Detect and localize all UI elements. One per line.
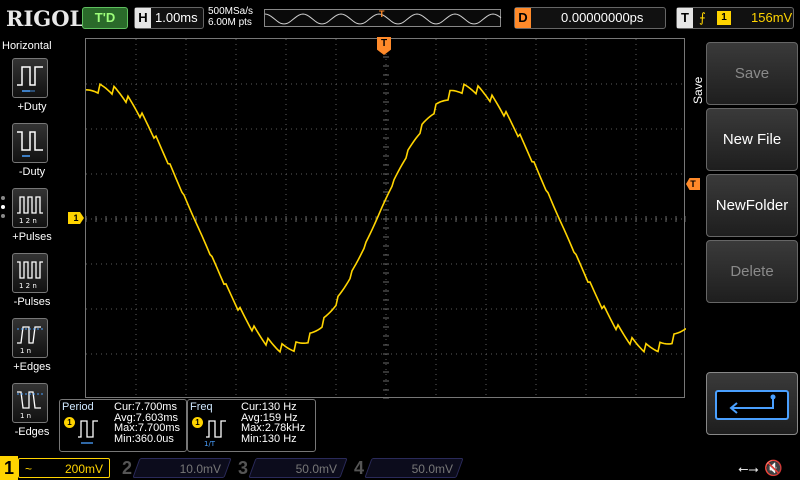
positive-pulses-label: +Pulses xyxy=(12,231,52,243)
svg-text:1 2 n: 1 2 n xyxy=(19,217,37,225)
sample-rate: 500MSa/s xyxy=(208,6,254,17)
falling-edges-icon: 1 n xyxy=(12,383,48,423)
channel1-scale: 200mV xyxy=(64,462,103,476)
negative-duty-label: -Duty xyxy=(18,166,46,178)
channel1-offset-marker[interactable]: 1 xyxy=(68,212,84,224)
positive-pulses-icon: 1 2 n xyxy=(12,188,48,228)
channel4-status[interactable]: 4 50.0mV xyxy=(350,456,464,480)
measure-negative-duty[interactable]: -Duty xyxy=(9,123,53,183)
save-button[interactable]: Save xyxy=(706,42,798,105)
negative-pulses-label: -Pulses xyxy=(13,296,51,308)
left-menu-title: Horizontal xyxy=(2,40,52,52)
channel1-coupling: ~ xyxy=(25,462,33,476)
timebase-value: 1.00ms xyxy=(155,10,198,25)
trigger-label: T xyxy=(677,8,693,28)
period-min: Min:360.0us xyxy=(114,432,174,445)
measure-negative-pulses[interactable]: 1 2 n -Pulses xyxy=(9,253,53,313)
delay-value: 0.00000000ps xyxy=(561,10,644,25)
channel-status-bar: 1 ~ 200mV 2 10.0mV 3 50.0mV 4 50.0mV ⭠⭢ … xyxy=(0,456,800,480)
measurement-source: 1 xyxy=(64,417,75,428)
enter-arrow-icon xyxy=(715,390,789,420)
horizontal-label: H xyxy=(135,8,151,28)
trigger-position-mark: T xyxy=(379,9,385,19)
menu-page-indicator xyxy=(1,196,7,223)
channel1-waveform xyxy=(86,82,686,354)
svg-text:1 n: 1 n xyxy=(20,412,31,420)
channel1-number: 1 xyxy=(0,456,18,480)
frequency-icon: 1/T xyxy=(204,420,226,447)
channel1-status[interactable]: 1 ~ 200mV xyxy=(0,456,112,480)
frequency-max: Max:2.78kHz xyxy=(241,422,306,434)
new-folder-button[interactable]: NewFolder xyxy=(706,174,798,237)
delay-label: D xyxy=(515,8,531,28)
acquisition-info: 500MSa/s 6.00M pts xyxy=(208,6,253,28)
svg-text:1 n: 1 n xyxy=(20,347,31,355)
channel2-status[interactable]: 2 10.0mV xyxy=(118,456,232,480)
svg-text:1 2 n: 1 2 n xyxy=(19,282,37,290)
horizontal-measure-menu: Horizontal +Duty -Duty 1 2 n +Pulses 1 2… xyxy=(0,38,60,458)
run-status-badge[interactable]: T'D xyxy=(82,7,128,29)
period-current: Cur:7.700ms xyxy=(114,401,177,413)
negative-duty-icon xyxy=(12,123,48,163)
positive-duty-icon xyxy=(12,58,48,98)
measure-falling-edges[interactable]: 1 n -Edges xyxy=(9,383,53,443)
rising-edges-icon: 1 n xyxy=(12,318,48,358)
svg-text:1/T: 1/T xyxy=(204,440,216,447)
channel4-scale: 50.0mV xyxy=(411,462,453,476)
trigger-level: 156mV xyxy=(751,10,793,25)
sound-muted-icon[interactable]: 🔇 xyxy=(764,459,783,477)
rising-edges-label: +Edges xyxy=(13,361,51,373)
frequency-min: Min:130 Hz xyxy=(241,432,297,445)
top-status-bar: RIGOL T'D H 1.00ms 500MSa/s 6.00M pts T … xyxy=(0,0,800,38)
positive-duty-label: +Duty xyxy=(17,101,47,113)
measurement-source: 1 xyxy=(192,417,203,428)
period-measurement[interactable]: Period 1 Cur:7.700ms Avg:7.603ms Max:7.7… xyxy=(59,399,187,452)
measurement-name: Freq xyxy=(190,401,213,413)
memory-depth: 6.00M pts xyxy=(208,17,252,28)
frequency-current: Cur:130 Hz xyxy=(241,401,297,413)
period-icon xyxy=(78,420,98,444)
period-max: Max:7.700ms xyxy=(114,422,181,434)
measure-positive-pulses[interactable]: 1 2 n +Pulses xyxy=(9,188,53,248)
negative-pulses-icon: 1 2 n xyxy=(12,253,48,293)
waveform-display[interactable] xyxy=(85,38,686,399)
delay-box[interactable]: D 0.00000000ps xyxy=(514,7,666,29)
usb-icon: ⭠⭢ xyxy=(738,461,759,476)
enter-button[interactable] xyxy=(706,372,798,435)
trigger-source: 1 xyxy=(717,11,731,25)
channel3-status[interactable]: 3 50.0mV xyxy=(234,456,348,480)
channel2-scale: 10.0mV xyxy=(179,462,221,476)
save-softkey-menu: Save Save New File NewFolder Delete xyxy=(686,38,800,458)
falling-edges-label: -Edges xyxy=(14,426,50,438)
rising-edge-icon: ⨍ xyxy=(699,10,706,25)
measure-rising-edges[interactable]: 1 n +Edges xyxy=(9,318,53,378)
horizontal-timebase-box[interactable]: H 1.00ms xyxy=(134,7,204,29)
delete-button[interactable]: Delete xyxy=(706,240,798,303)
measurement-name: Period xyxy=(62,401,94,413)
memory-overview-strip[interactable]: T xyxy=(264,9,502,27)
right-menu-title: Save xyxy=(691,76,705,104)
measure-positive-duty[interactable]: +Duty xyxy=(9,58,53,118)
rigol-logo: RIGOL xyxy=(6,6,85,31)
new-file-button[interactable]: New File xyxy=(706,108,798,171)
channel3-scale: 50.0mV xyxy=(295,462,337,476)
trigger-box[interactable]: T ⨍ 1 156mV xyxy=(676,7,794,29)
frequency-measurement[interactable]: Freq 1 1/T Cur:130 Hz Avg:159 Hz Max:2.7… xyxy=(187,399,316,452)
